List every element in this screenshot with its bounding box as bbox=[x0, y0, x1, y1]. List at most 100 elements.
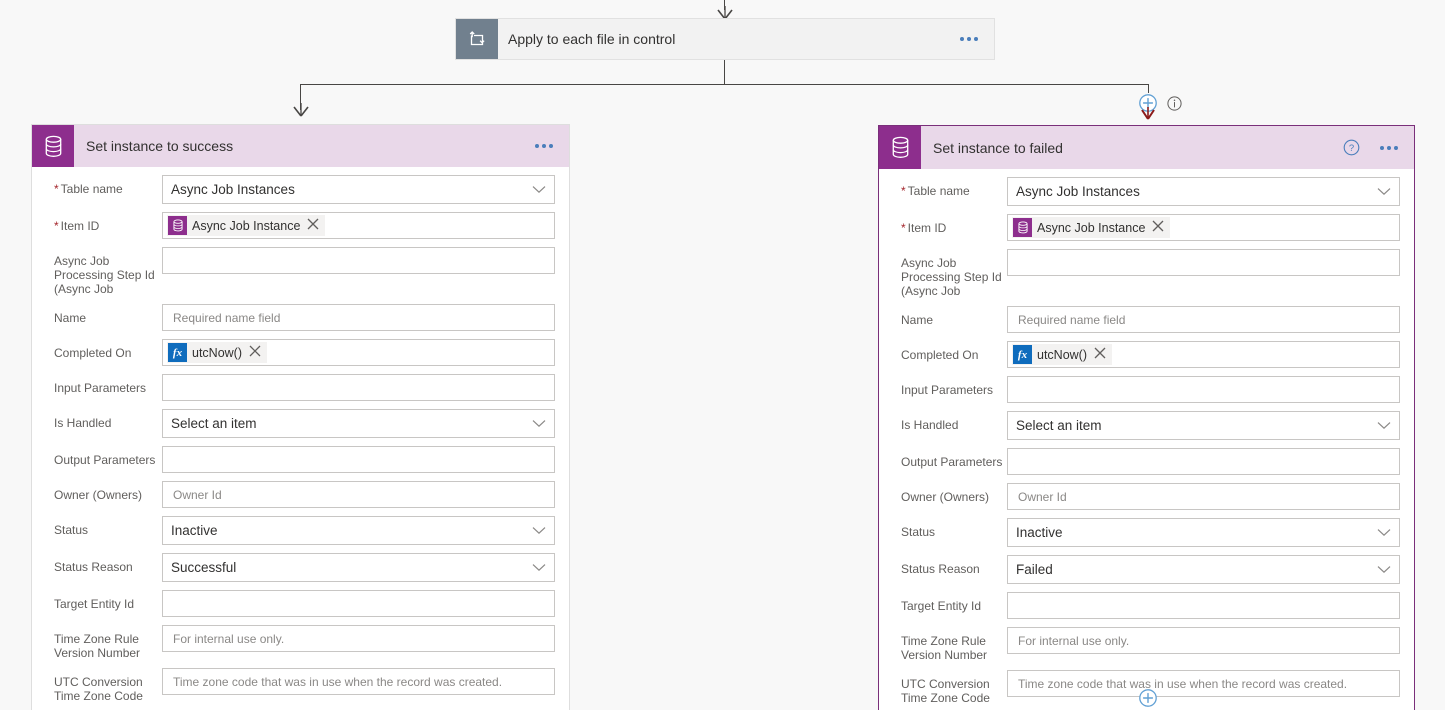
text-input-time-zone-rule-version-number[interactable]: For internal use only. bbox=[1007, 627, 1400, 654]
field-label-text: Owner (Owners) bbox=[901, 490, 990, 504]
token-pill[interactable]: fx utcNow() bbox=[167, 342, 268, 363]
text-input-output-parameters[interactable] bbox=[162, 446, 555, 473]
input-placeholder: Required name field bbox=[1018, 312, 1126, 327]
dot bbox=[542, 144, 546, 148]
field-row: Completed On fx utcNow() bbox=[44, 339, 555, 366]
dropdown-status[interactable]: Inactive bbox=[1007, 518, 1400, 547]
text-input-input-parameters[interactable] bbox=[1007, 376, 1400, 403]
chevron-down-icon bbox=[532, 416, 546, 431]
field-control: Inactive bbox=[1007, 518, 1400, 547]
remove-token-icon[interactable] bbox=[1151, 219, 1165, 236]
field-control: Select an item bbox=[162, 409, 555, 438]
field-label-text: Name bbox=[901, 313, 934, 327]
action-card-set-instance-to-success[interactable]: Set instance to success * Table name Async… bbox=[31, 124, 570, 710]
expression-fx-icon: fx bbox=[168, 343, 187, 362]
remove-token-icon[interactable] bbox=[1093, 346, 1107, 363]
dataverse-icon bbox=[879, 126, 921, 169]
dot bbox=[1380, 145, 1384, 150]
field-label: Target Entity Id bbox=[44, 590, 162, 611]
connector-right-branch bbox=[1148, 84, 1149, 93]
field-control bbox=[1007, 249, 1400, 276]
dropdown-table-name[interactable]: Async Job Instances bbox=[1007, 177, 1400, 206]
field-row: Owner (Owners) Owner Id bbox=[891, 483, 1400, 510]
remove-token-icon[interactable] bbox=[248, 344, 262, 361]
field-control bbox=[162, 446, 555, 473]
field-control bbox=[162, 590, 555, 617]
dropdown-value: Select an item bbox=[171, 416, 257, 431]
arrow-left-branch bbox=[290, 103, 312, 117]
field-row: Output Parameters bbox=[44, 446, 555, 473]
field-label: Owner (Owners) bbox=[44, 481, 162, 502]
help-icon[interactable]: ? bbox=[1339, 126, 1364, 169]
card-more-commands-button[interactable] bbox=[1364, 126, 1414, 169]
field-row: Status Inactive bbox=[891, 518, 1400, 547]
dot bbox=[535, 144, 539, 148]
token-pill[interactable]: fx utcNow() bbox=[1012, 344, 1113, 365]
field-label: Async Job Processing Step Id (Async Job bbox=[891, 249, 1007, 298]
text-input-owner-owners[interactable]: Owner Id bbox=[162, 481, 555, 508]
chevron-down-icon bbox=[1377, 418, 1391, 433]
card-header[interactable]: Set instance to success bbox=[32, 125, 569, 167]
required-asterisk: * bbox=[901, 221, 906, 235]
dot bbox=[960, 37, 964, 41]
field-label-text: UTC Conversion Time Zone Code bbox=[901, 677, 990, 705]
field-label-text: Status Reason bbox=[54, 560, 133, 574]
token-input-completed-on[interactable]: fx utcNow() bbox=[1007, 341, 1400, 368]
dropdown-status[interactable]: Inactive bbox=[162, 516, 555, 545]
field-label: UTC Conversion Time Zone Code bbox=[44, 668, 162, 703]
text-input-utc-conversion-time-zone-code[interactable]: Time zone code that was in use when the … bbox=[1007, 670, 1400, 697]
text-input-input-parameters[interactable] bbox=[162, 374, 555, 401]
field-label-text: Status Reason bbox=[901, 562, 980, 576]
dropdown-status-reason[interactable]: Successful bbox=[162, 553, 555, 582]
card-header[interactable]: Set instance to failed ? bbox=[879, 126, 1414, 169]
field-label: * Item ID bbox=[44, 212, 162, 233]
token-input-item-id[interactable]: Async Job Instance bbox=[1007, 214, 1400, 241]
field-label-text: Output Parameters bbox=[54, 453, 156, 467]
field-label: Time Zone Rule Version Number bbox=[44, 625, 162, 660]
field-control bbox=[162, 247, 555, 274]
text-input-target-entity-id[interactable] bbox=[1007, 592, 1400, 619]
text-input-name[interactable]: Required name field bbox=[162, 304, 555, 331]
token-input-completed-on[interactable]: fx utcNow() bbox=[162, 339, 555, 366]
text-input-async-job-processing-step-id-async-job[interactable] bbox=[162, 247, 555, 274]
text-input-async-job-processing-step-id-async-job[interactable] bbox=[1007, 249, 1400, 276]
field-row: * Table name Async Job Instances bbox=[891, 177, 1400, 206]
field-row: Status Reason Successful bbox=[44, 553, 555, 582]
field-label: * Table name bbox=[44, 175, 162, 196]
dataverse-icon bbox=[32, 125, 74, 167]
remove-token-icon[interactable] bbox=[306, 217, 320, 234]
token-pill[interactable]: Async Job Instance bbox=[1012, 217, 1171, 238]
dropdown-is-handled[interactable]: Select an item bbox=[162, 409, 555, 438]
field-label: Completed On bbox=[891, 341, 1007, 362]
input-placeholder: Time zone code that was in use when the … bbox=[1018, 676, 1348, 691]
field-label: Name bbox=[891, 306, 1007, 327]
loop-more-commands-button[interactable] bbox=[944, 19, 994, 59]
field-label: Name bbox=[44, 304, 162, 325]
field-label: Time Zone Rule Version Number bbox=[891, 627, 1007, 662]
dropdown-is-handled[interactable]: Select an item bbox=[1007, 411, 1400, 440]
card-more-commands-button[interactable] bbox=[519, 125, 569, 167]
info-circle-icon[interactable] bbox=[1167, 96, 1182, 111]
token-pill[interactable]: Async Job Instance bbox=[167, 215, 326, 236]
text-input-utc-conversion-time-zone-code[interactable]: Time zone code that was in use when the … bbox=[162, 668, 555, 695]
token-input-item-id[interactable]: Async Job Instance bbox=[162, 212, 555, 239]
field-row: Time Zone Rule Version Number For interna… bbox=[44, 625, 555, 660]
text-input-target-entity-id[interactable] bbox=[162, 590, 555, 617]
dropdown-status-reason[interactable]: Failed bbox=[1007, 555, 1400, 584]
field-label-text: Is Handled bbox=[54, 416, 112, 430]
chevron-down-icon bbox=[532, 182, 546, 197]
text-input-owner-owners[interactable]: Owner Id bbox=[1007, 483, 1400, 510]
input-placeholder: Required name field bbox=[173, 310, 281, 325]
expression-fx-icon: fx bbox=[1013, 345, 1032, 364]
dropdown-table-name[interactable]: Async Job Instances bbox=[162, 175, 555, 204]
token-label: utcNow() bbox=[192, 345, 243, 360]
loop-step-card[interactable]: Apply to each file in control bbox=[455, 18, 995, 60]
chevron-down-icon bbox=[1377, 184, 1391, 199]
text-input-time-zone-rule-version-number[interactable]: For internal use only. bbox=[162, 625, 555, 652]
add-step-bottom-button[interactable] bbox=[1138, 688, 1158, 708]
field-control: Select an item bbox=[1007, 411, 1400, 440]
text-input-output-parameters[interactable] bbox=[1007, 448, 1400, 475]
field-row: Async Job Processing Step Id (Async Job bbox=[44, 247, 555, 296]
action-card-set-instance-to-failed[interactable]: Set instance to failed ? * Table name Asyn… bbox=[878, 125, 1415, 710]
text-input-name[interactable]: Required name field bbox=[1007, 306, 1400, 333]
